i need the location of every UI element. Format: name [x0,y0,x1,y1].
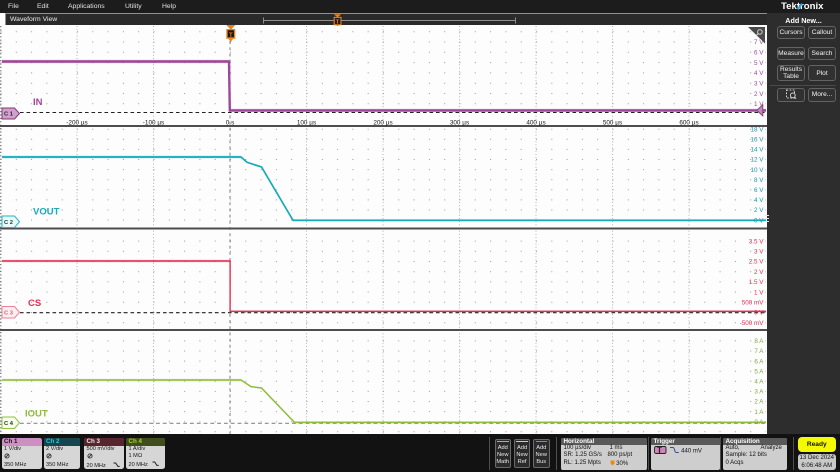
svg-text:400 µs: 400 µs [526,120,545,127]
svg-text:7 A: 7 A [754,348,764,355]
svg-text:8 A: 8 A [754,338,764,345]
svg-text:T: T [336,20,340,26]
svg-text:-100 µs: -100 µs [143,120,164,127]
svg-text:300 µs: 300 µs [450,120,469,127]
svg-text:3 V: 3 V [754,81,764,88]
svg-text:18 V: 18 V [751,126,765,133]
svg-text:2 V: 2 V [754,269,764,276]
svg-text:1 V: 1 V [754,289,764,296]
svg-text:8 V: 8 V [754,177,764,184]
svg-text:C 4: C 4 [4,421,14,427]
svg-text:500 mV: 500 mV [742,300,765,307]
svg-text:-200 µs: -200 µs [66,120,87,127]
svg-text:0 A: 0 A [754,419,764,426]
svg-text:IOUT: IOUT [25,409,48,420]
svg-text:100 µs: 100 µs [297,120,316,127]
svg-text:6 V: 6 V [754,187,764,194]
svg-text:CS: CS [28,298,41,309]
svg-text:14 V: 14 V [751,147,765,154]
svg-text:12 V: 12 V [751,157,765,164]
svg-text:C 1: C 1 [4,112,14,118]
svg-text:6 A: 6 A [754,358,764,365]
svg-text:1 A: 1 A [754,409,764,416]
svg-text:2.5 V: 2.5 V [749,259,765,266]
svg-text:2 V: 2 V [754,207,764,214]
svg-text:4 V: 4 V [754,70,764,77]
svg-text:200 µs: 200 µs [373,120,392,127]
svg-text:-500 mV: -500 mV [740,320,765,327]
svg-text:5 A: 5 A [754,368,764,375]
svg-text:3 V: 3 V [754,249,764,256]
svg-text:0 s: 0 s [226,120,235,127]
svg-text:2 A: 2 A [754,399,764,406]
svg-text:500 µs: 500 µs [603,120,622,127]
svg-text:IN: IN [33,97,43,108]
svg-text:1.5 V: 1.5 V [749,279,765,286]
svg-text:T: T [229,33,233,39]
svg-text:4 V: 4 V [754,197,764,204]
svg-text:5 V: 5 V [754,60,764,67]
svg-text:3.5 V: 3.5 V [749,238,765,245]
svg-text:600 µs: 600 µs [679,120,698,127]
svg-text:C 3: C 3 [4,310,14,316]
svg-text:VOUT: VOUT [33,207,60,218]
svg-text:0 V: 0 V [754,310,764,317]
svg-text:6 V: 6 V [754,50,764,57]
svg-text:2 V: 2 V [754,91,764,98]
svg-text:0 V: 0 V [754,217,764,224]
svg-text:C 2: C 2 [4,220,13,226]
svg-text:16 V: 16 V [751,137,765,144]
svg-text:4 A: 4 A [754,379,764,386]
svg-text:10 V: 10 V [751,167,765,174]
svg-text:3 A: 3 A [754,389,764,396]
